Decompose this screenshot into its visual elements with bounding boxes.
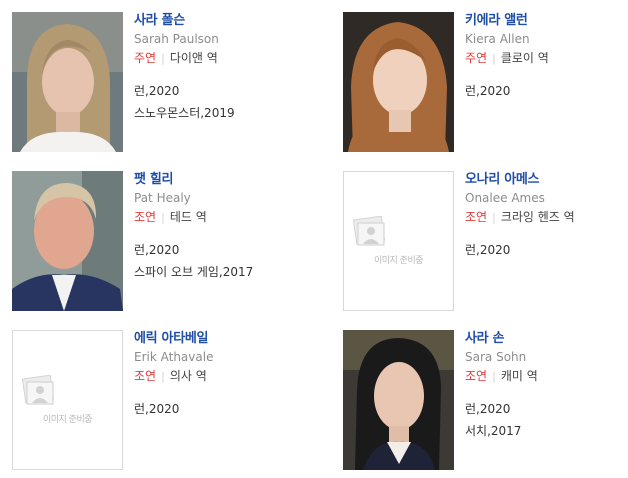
role-name: 의사 역 [169,369,207,383]
actor-photo[interactable] [12,12,123,152]
filmography: 런,2020 [134,398,312,420]
cast-card: 사라 손 Sara Sohn 조연 | 캐미 역 런,2020 서치,2017 [343,330,628,472]
separator: | [492,211,496,224]
role-line: 조연 | 크라잉 헨즈 역 [465,210,628,225]
filmography: 런,2020 [465,239,628,261]
role-line: 조연 | 캐미 역 [465,369,628,384]
role-type: 조연 [465,369,488,383]
actor-name[interactable]: 오나리 아메스 [465,172,628,188]
role-line: 조연 | 의사 역 [134,369,312,384]
actor-name[interactable]: 팻 힐리 [134,172,312,188]
role-type: 주연 [465,51,488,65]
placeholder-text: 이미지 준비중 [42,415,93,425]
role-line: 주연 | 다이앤 역 [134,51,312,66]
role-line: 주연 | 클로이 역 [465,51,628,66]
actor-english-name: Onalee Ames [465,191,545,205]
actor-name[interactable]: 사라 폴슨 [134,13,312,29]
role-name: 캐미 역 [500,369,538,383]
role-name: 다이앤 역 [169,51,218,65]
work-item[interactable]: 런,2020 [465,239,628,261]
cast-card: 키에라 앨런 Kiera Allen 주연 | 클로이 역 런,2020 [343,12,628,154]
actor-name[interactable]: 키에라 앨런 [465,13,628,29]
role-type: 조연 [134,210,157,224]
role-type: 주연 [134,51,157,65]
filmography: 런,2020 스파이 오브 게임,2017 [134,239,312,283]
work-item[interactable]: 런,2020 [465,398,628,420]
role-type: 조연 [465,210,488,224]
placeholder-text: 이미지 준비중 [373,256,424,266]
work-item[interactable]: 스파이 오브 게임,2017 [134,261,312,283]
placeholder-content: 이미지 준비중 [18,375,118,425]
work-item[interactable]: 스노우몬스터,2019 [134,102,312,124]
work-item[interactable]: 런,2020 [134,398,312,420]
image-placeholder-icon [352,216,385,246]
actor-photo[interactable] [12,171,123,311]
work-item[interactable]: 서치,2017 [465,420,628,442]
filmography: 런,2020 [465,80,628,102]
role-line: 조연 | 테드 역 [134,210,312,225]
work-item[interactable]: 런,2020 [134,239,312,261]
actor-photo[interactable] [343,12,454,152]
cast-card: 이미지 준비중 오나리 아메스 Onalee Ames 조연 | 크라잉 헨즈 역 … [343,171,628,313]
photo-placeholder[interactable]: 이미지 준비중 [12,330,123,470]
actor-english-name: Pat Healy [134,191,191,205]
role-type: 조연 [134,369,157,383]
separator: | [161,211,165,224]
actor-english-name: Kiera Allen [465,32,530,46]
cast-card: 이미지 준비중 에릭 아타베일 Erik Athavale 조연 | 의사 역 런,… [12,330,312,472]
work-item[interactable]: 런,2020 [465,80,628,102]
filmography: 런,2020 스노우몬스터,2019 [134,80,312,124]
cast-card: 팻 힐리 Pat Healy 조연 | 테드 역 런,2020 스파이 오브 게임,… [12,171,312,313]
filmography: 런,2020 서치,2017 [465,398,628,442]
separator: | [161,52,165,65]
work-item[interactable]: 런,2020 [134,80,312,102]
actor-english-name: Erik Athavale [134,350,214,364]
role-name: 크라잉 헨즈 역 [500,210,575,224]
role-name: 클로이 역 [500,51,549,65]
photo-placeholder[interactable]: 이미지 준비중 [343,171,454,311]
placeholder-content: 이미지 준비중 [349,216,449,266]
image-placeholder-icon [21,375,54,405]
separator: | [161,370,165,383]
separator: | [492,52,496,65]
separator: | [492,370,496,383]
actor-name[interactable]: 에릭 아타베일 [134,331,312,347]
actor-name[interactable]: 사라 손 [465,331,628,347]
actor-photo[interactable] [343,330,454,470]
cast-card: 사라 폴슨 Sarah Paulson 주연 | 다이앤 역 런,2020 스노우몬… [12,12,312,154]
actor-english-name: Sara Sohn [465,350,527,364]
actor-english-name: Sarah Paulson [134,32,219,46]
role-name: 테드 역 [169,210,207,224]
